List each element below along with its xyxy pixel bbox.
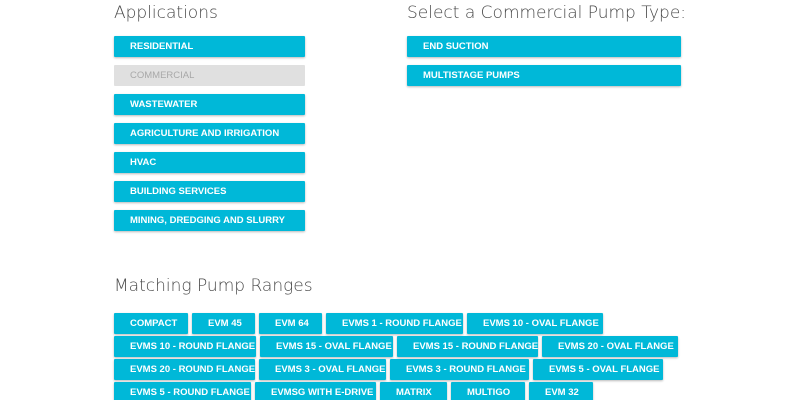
range-button[interactable]: MATRIX — [380, 382, 447, 400]
range-button[interactable]: EVMS 20 - OVAL FLANGE — [542, 336, 678, 357]
range-button[interactable]: EVMS 10 - OVAL FLANGE — [467, 313, 603, 334]
application-hvac-button[interactable]: HVAC — [114, 152, 305, 173]
range-button[interactable]: EVMS 15 - OVAL FLANGE — [260, 336, 393, 357]
range-button[interactable]: EVMS 15 - ROUND FLANGE — [397, 336, 538, 357]
range-button[interactable]: EVMS 10 - ROUND FLANGE — [114, 336, 256, 357]
ranges-heading: Matching Pump Ranges — [114, 276, 313, 296]
application-building-services-button[interactable]: BUILDING SERVICES — [114, 181, 305, 202]
application-wastewater-button[interactable]: WASTEWATER — [114, 94, 305, 115]
application-mining-button[interactable]: MINING, DREDGING AND SLURRY — [114, 210, 305, 231]
range-button[interactable]: COMPACT — [114, 313, 188, 334]
application-residential-button[interactable]: RESIDENTIAL — [114, 36, 305, 57]
range-button[interactable]: EVM 32 — [529, 382, 593, 400]
range-button[interactable]: MULTIGO — [451, 382, 525, 400]
page: Applications RESIDENTIAL COMMERCIAL WAST… — [0, 0, 800, 400]
range-button[interactable]: EVMS 5 - OVAL FLANGE — [533, 359, 663, 380]
range-button[interactable]: EVMS 20 - ROUND FLANGE — [114, 359, 255, 380]
range-button[interactable]: EVMS 5 - ROUND FLANGE — [114, 382, 251, 400]
pump-type-heading: Select a Commercial Pump Type: — [407, 3, 687, 23]
range-button[interactable]: EVMS 3 - OVAL FLANGE — [259, 359, 386, 380]
application-commercial-button[interactable]: COMMERCIAL — [114, 65, 305, 86]
applications-heading: Applications — [114, 3, 218, 23]
range-button[interactable]: EVM 45 — [192, 313, 255, 334]
pump-type-end-suction-button[interactable]: END SUCTION — [407, 36, 681, 57]
range-button[interactable]: EVMS 3 - ROUND FLANGE — [390, 359, 529, 380]
range-button[interactable]: EVM 64 — [259, 313, 322, 334]
pump-type-multistage-button[interactable]: MULTISTAGE PUMPS — [407, 65, 681, 86]
application-agriculture-button[interactable]: AGRICULTURE AND IRRIGATION — [114, 123, 305, 144]
range-button[interactable]: EVMSG WITH E-DRIVE — [255, 382, 376, 400]
range-button[interactable]: EVMS 1 - ROUND FLANGE — [326, 313, 463, 334]
